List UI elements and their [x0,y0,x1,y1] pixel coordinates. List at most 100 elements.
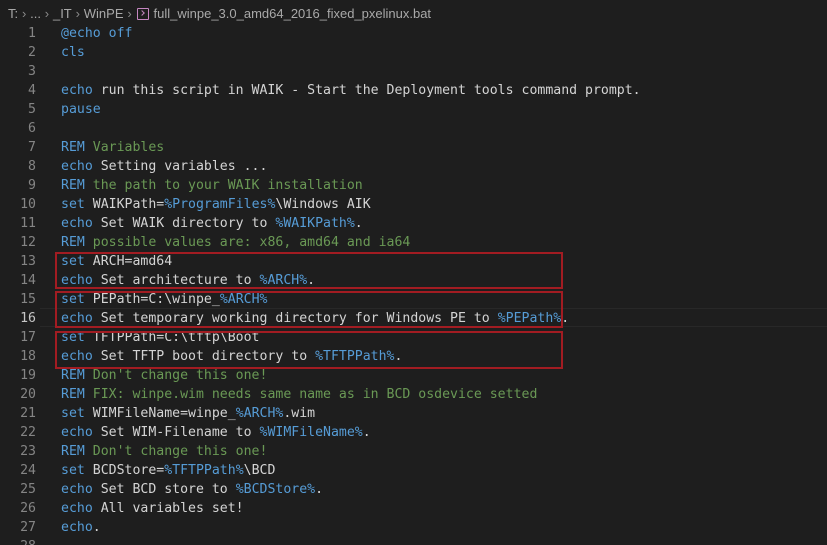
code-line[interactable]: 12 REM possible values are: x86, amd64 an… [0,233,827,252]
code-text[interactable]: cls [61,43,85,62]
code-line[interactable]: 2 cls [0,43,827,62]
keyword-token: echo [61,482,93,497]
text-token: Set TFTP boot directory to [92,349,316,364]
code-text[interactable]: @echo off [61,24,132,43]
line-number: 22 [20,425,36,440]
code-text[interactable]: REM the path to your WAIK installation [61,176,363,195]
code-line[interactable]: 22 echo Set WIM-Filename to %WIMFileName%… [0,423,827,442]
code-line[interactable]: 13 set ARCH=amd64 [0,252,827,271]
comment-token: Variables [84,140,165,155]
code-text[interactable]: echo Set WIM-Filename to %WIMFileName%. [61,423,371,442]
code-line[interactable]: 15 set PEPath=C:\winpe_%ARCH% [0,290,827,309]
keyword-token: set [61,330,85,345]
code-line[interactable]: 3 [0,62,827,81]
code-text[interactable]: echo Set temporary working directory for… [61,309,569,328]
code-line[interactable]: 7 REM Variables [0,138,827,157]
code-line[interactable]: 10 set WAIKPath=%ProgramFiles%\Windows AI… [0,195,827,214]
code-line[interactable]: 26 echo All variables set! [0,499,827,518]
variable-token: %ARCH% [259,273,308,288]
code-text[interactable]: echo run this script in WAIK - Start the… [61,81,641,100]
keyword-token: set [61,463,85,478]
variable-token: %PEPath% [497,311,562,326]
keyword-token: echo [61,520,93,535]
code-line[interactable]: 20 REM FIX: winpe.wim needs same name as … [0,385,827,404]
text-token: Set WAIK directory to [92,216,276,231]
code-editor[interactable]: 1 @echo off 2 cls 3 4 echo run this script in … [0,24,827,545]
text-token: PEPath=C:\winpe_ [84,292,220,307]
code-line[interactable]: 17 set TFTPPath=C:\tftp\Boot [0,328,827,347]
text-token: . [315,482,324,497]
code-text[interactable]: echo. [61,518,101,537]
code-text[interactable]: echo All variables set! [61,499,244,518]
line-number: 4 [28,83,36,98]
code-text[interactable]: REM FIX: winpe.wim needs same name as in… [61,385,537,404]
code-text[interactable]: pause [61,100,101,119]
breadcrumb-item-it[interactable]: _IT [53,6,72,21]
code-line[interactable]: 1 @echo off [0,24,827,43]
text-token: Set temporary working directory for Wind… [92,311,498,326]
code-text[interactable]: echo Set BCD store to %BCDStore%. [61,480,323,499]
code-text[interactable]: set BCDStore=%TFTPPath%\BCD [61,461,275,480]
text-token: . [362,425,371,440]
text-token: . [394,349,403,364]
variable-token: %WIMFileName% [259,425,363,440]
code-line[interactable]: 16 echo Set temporary working directory f… [0,309,827,328]
breadcrumb-item-drive[interactable]: T: [8,6,18,21]
text-token: . [307,273,316,288]
code-text[interactable]: set ARCH=amd64 [61,252,172,271]
text-token: ARCH=amd64 [84,254,173,269]
code-line[interactable]: 8 echo Setting variables ... [0,157,827,176]
code-text[interactable]: set WAIKPath=%ProgramFiles%\Windows AIK [61,195,371,214]
code-text[interactable]: REM Don't change this one! [61,442,267,461]
keyword-token: set [61,292,85,307]
keyword-token: REM [61,235,85,250]
code-text[interactable]: REM Don't change this one! [61,366,267,385]
line-number: 23 [20,444,36,459]
code-line[interactable]: 23 REM Don't change this one! [0,442,827,461]
text-token: . [561,311,570,326]
line-number: 1 [28,26,36,41]
breadcrumb-item-ellipsis[interactable]: ... [30,6,41,21]
variable-token: %ARCH% [219,292,268,307]
code-line[interactable]: 21 set WIMFileName=winpe_%ARCH%.wim [0,404,827,423]
code-text[interactable]: set PEPath=C:\winpe_%ARCH% [61,290,267,309]
code-line[interactable]: 5 pause [0,100,827,119]
code-text[interactable]: echo Set WAIK directory to %WAIKPath%. [61,214,363,233]
text-token: All variables set! [92,501,244,516]
text-token: .wim [283,406,316,421]
keyword-token: set [61,254,85,269]
keyword-token: echo [61,159,93,174]
code-line[interactable]: 27 echo. [0,518,827,537]
code-line[interactable]: 6 [0,119,827,138]
line-number: 20 [20,387,36,402]
code-text[interactable]: set TFTPPath=C:\tftp\Boot [61,328,260,347]
code-text[interactable]: echo Setting variables ... [61,157,267,176]
code-line[interactable]: 28 [0,537,827,545]
code-line[interactable]: 9 REM the path to your WAIK installation [0,176,827,195]
text-token: . [354,216,363,231]
code-text[interactable]: REM possible values are: x86, amd64 and … [61,233,410,252]
code-line[interactable]: 18 echo Set TFTP boot directory to %TFTPP… [0,347,827,366]
line-number: 21 [20,406,36,421]
code-text[interactable]: echo Set architecture to %ARCH%. [61,271,315,290]
line-number: 6 [28,121,36,136]
breadcrumb-file-name[interactable]: full_winpe_3.0_amd64_2016_fixed_pxelinux… [154,6,432,21]
code-line[interactable]: 4 echo run this script in WAIK - Start th… [0,81,827,100]
code-text[interactable]: echo Set TFTP boot directory to %TFTPPat… [61,347,402,366]
line-number: 2 [28,45,36,60]
comment-token: Don't change this one! [84,444,268,459]
keyword-token: echo [61,311,93,326]
keyword-token: REM [61,140,85,155]
text-token: WIMFileName=winpe_ [84,406,236,421]
code-line[interactable]: 19 REM Don't change this one! [0,366,827,385]
keyword-token: @echo off [61,26,133,41]
text-token: run this script in WAIK - Start the Depl… [92,83,641,98]
code-text[interactable]: REM Variables [61,138,164,157]
line-number: 25 [20,482,36,497]
code-line[interactable]: 24 set BCDStore=%TFTPPath%\BCD [0,461,827,480]
breadcrumb-item-winpe[interactable]: WinPE [84,6,124,21]
code-text[interactable]: set WIMFileName=winpe_%ARCH%.wim [61,404,315,423]
code-line[interactable]: 11 echo Set WAIK directory to %WAIKPath%. [0,214,827,233]
code-line[interactable]: 25 echo Set BCD store to %BCDStore%. [0,480,827,499]
code-line[interactable]: 14 echo Set architecture to %ARCH%. [0,271,827,290]
